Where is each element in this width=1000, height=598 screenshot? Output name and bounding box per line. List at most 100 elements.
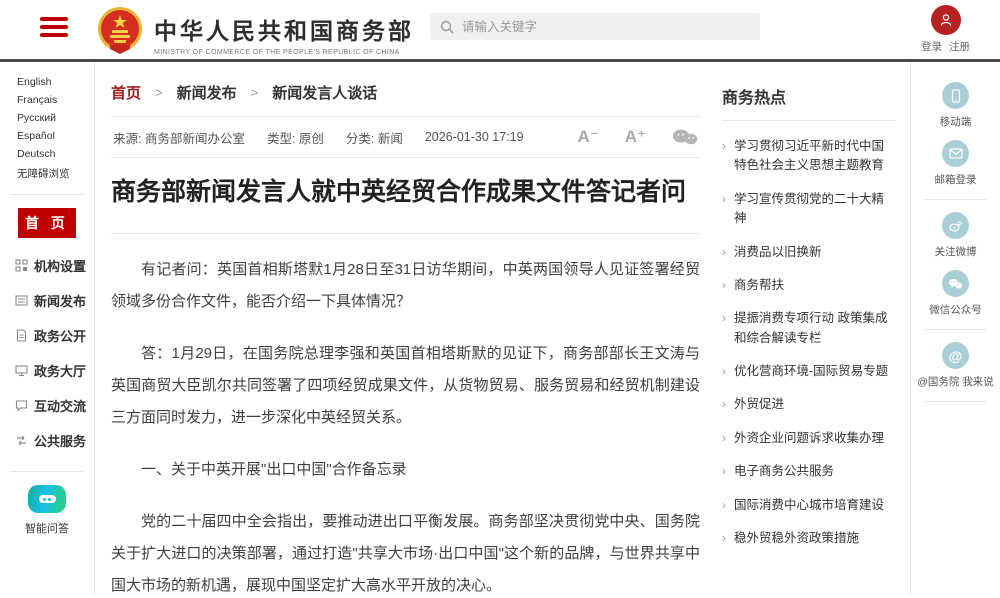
divider <box>722 120 896 121</box>
sidebar-item-label: 新闻发布 <box>34 291 86 310</box>
breadcrumb-news[interactable]: 新闻发布 <box>177 82 237 103</box>
hot-topic-item[interactable]: › 消费品以旧换新 <box>722 243 896 262</box>
chevron-right-icon: › <box>722 190 726 229</box>
chevron-right-icon: › <box>722 462 726 481</box>
ai-qa-widget[interactable]: 智能问答 <box>0 485 94 536</box>
wechat-share-icon[interactable] <box>672 128 698 146</box>
mobile-icon <box>942 82 969 109</box>
chevron-right-icon: › <box>722 309 726 348</box>
document-icon <box>15 329 28 342</box>
sidebar-item-service-hall[interactable]: 政务大厅 <box>0 353 94 388</box>
hamburger-menu-icon[interactable] <box>40 17 68 41</box>
public-service-icon <box>15 434 28 447</box>
meta-category: 分类: 新闻 <box>346 128 403 147</box>
sidebar-item-orgs[interactable]: 机构设置 <box>0 248 94 283</box>
hot-topic-label: 优化营商环境-国际贸易专题 <box>734 362 888 381</box>
national-emblem-logo <box>96 5 144 62</box>
hot-topic-label: 商务帮扶 <box>734 276 784 295</box>
weibo-link[interactable]: 关注微博 <box>911 212 1000 259</box>
sidebar-item-label: 公共服务 <box>34 431 86 450</box>
lang-russian[interactable]: Русский <box>17 112 56 124</box>
breadcrumb-current[interactable]: 新闻发言人谈话 <box>272 82 377 103</box>
lang-espanol[interactable]: Español <box>17 130 55 142</box>
hot-topic-item[interactable]: ›学习贯彻习近平新时代中国特色社会主义思想主题教育 <box>722 137 896 176</box>
right-rail: 移动端 邮箱登录 关注微博 <box>910 62 1000 595</box>
hot-topic-item[interactable]: ›稳外贸稳外资政策措施 <box>722 529 896 548</box>
hot-topic-label: 提振消费专项行动 政策集成和综合解读专栏 <box>734 309 896 348</box>
divider <box>925 199 986 200</box>
site-brand[interactable]: 中华人民共和国商务部 MINISTRY OF COMMERCE OF THE P… <box>96 5 414 62</box>
hot-topic-item[interactable]: › 电子商务公共服务 <box>722 462 896 481</box>
language-links: English Français Русский Español Deutsch… <box>0 76 94 181</box>
chat-icon <box>15 399 28 412</box>
newspaper-icon <box>15 294 28 307</box>
divider <box>111 157 700 158</box>
hot-topics-sidebar: 商务热点 ›学习贯彻习近平新时代中国特色社会主义思想主题教育 ›学习宣传贯彻党的… <box>710 62 910 595</box>
rail-label: 微信公众号 <box>911 302 1000 317</box>
register-link[interactable]: 注册 <box>949 41 970 53</box>
hot-topic-item[interactable]: › 外贸促进 <box>722 395 896 414</box>
article-meta: 来源: 商务部新闻办公室 类型: 原创 分类: 新闻 2026-01-30 17… <box>111 117 700 157</box>
hot-topic-item[interactable]: ›优化营商环境-国际贸易专题 <box>722 362 896 381</box>
login-link[interactable]: 登录 <box>921 41 942 53</box>
font-decrease-button[interactable]: A⁻ <box>578 127 599 147</box>
hot-topic-item[interactable]: ›学习宣传贯彻党的二十大精神 <box>722 190 896 229</box>
lang-francais[interactable]: Français <box>17 94 57 106</box>
site-title: 中华人民共和国商务部 <box>154 12 414 46</box>
ai-robot-icon[interactable] <box>28 485 66 513</box>
article-paragraph: 党的二十届四中全会指出，要推动进出口平衡发展。商务部坚决贯彻党中央、国务院关于扩… <box>111 506 700 598</box>
article-main: 首页 > 新闻发布 > 新闻发言人谈话 来源: 商务部新闻办公室 类型: 原创 … <box>95 62 710 595</box>
site-subtitle: MINISTRY OF COMMERCE OF THE PEOPLE'S REP… <box>154 49 414 56</box>
accessibility-link[interactable]: 无障碍浏览 <box>17 166 70 181</box>
wechat-official-link[interactable]: 微信公众号 <box>911 270 1000 317</box>
divider <box>925 329 986 330</box>
hot-topic-item[interactable]: ›国际消费中心城市培育建设 <box>722 496 896 515</box>
hot-topic-label: 外贸促进 <box>734 395 784 414</box>
ai-qa-label: 智能问答 <box>0 520 94 536</box>
article-title: 商务部新闻发言人就中英经贸合作成果文件答记者问 <box>111 174 700 211</box>
email-login-link[interactable]: 邮箱登录 <box>911 140 1000 187</box>
home-button[interactable]: 首 页 <box>18 208 76 238</box>
hot-topic-label: 学习贯彻习近平新时代中国特色社会主义思想主题教育 <box>734 137 896 176</box>
hot-topic-item[interactable]: ›外资企业问题诉求收集办理 <box>722 429 896 448</box>
hot-topic-label: 消费品以旧换新 <box>734 243 822 262</box>
lang-english[interactable]: English <box>17 76 51 88</box>
meta-source: 来源: 商务部新闻办公室 <box>113 128 245 147</box>
font-increase-button[interactable]: A⁺ <box>625 127 646 147</box>
chevron-right-icon: › <box>722 276 726 295</box>
search-input[interactable] <box>462 20 750 34</box>
content-area: English Français Русский Español Deutsch… <box>0 62 1000 595</box>
hot-topic-item[interactable]: ›提振消费专项行动 政策集成和综合解读专栏 <box>722 309 896 348</box>
sidebar-item-public-service[interactable]: 公共服务 <box>0 423 94 458</box>
org-grid-icon <box>15 259 28 272</box>
hot-topic-label: 稳外贸稳外资政策措施 <box>734 529 859 548</box>
sidebar-item-label: 政务大厅 <box>34 361 86 380</box>
hot-topic-label: 电子商务公共服务 <box>734 462 834 481</box>
search-bar[interactable] <box>430 13 760 40</box>
hot-topic-item[interactable]: › 商务帮扶 <box>722 276 896 295</box>
state-council-voice-link[interactable]: @ @国务院 我来说 <box>911 342 1000 389</box>
sidebar-item-gov-info[interactable]: 政务公开 <box>0 318 94 353</box>
rail-label: 关注微博 <box>911 244 1000 259</box>
sidebar-item-label: 互动交流 <box>34 396 86 415</box>
breadcrumb-home[interactable]: 首页 <box>111 82 141 103</box>
at-icon: @ <box>942 342 969 369</box>
chevron-right-icon: › <box>722 137 726 176</box>
chevron-right-icon: › <box>722 429 726 448</box>
sidebar-item-news[interactable]: 新闻发布 <box>0 283 94 318</box>
hot-topic-label: 学习宣传贯彻党的二十大精神 <box>734 190 896 229</box>
breadcrumb: 首页 > 新闻发布 > 新闻发言人谈话 <box>111 82 700 103</box>
sidebar-item-interaction[interactable]: 互动交流 <box>0 388 94 423</box>
article-paragraph: 有记者问：英国首相斯塔默1月28日至31日访华期间，中英两国领导人见证签署经贸领… <box>111 254 700 318</box>
mobile-app-link[interactable]: 移动端 <box>911 82 1000 129</box>
hot-topics-title: 商务热点 <box>722 84 896 108</box>
search-icon <box>440 20 454 34</box>
user-avatar-icon[interactable] <box>931 5 961 35</box>
service-hall-icon <box>15 364 28 377</box>
lang-deutsch[interactable]: Deutsch <box>17 148 56 160</box>
chevron-right-icon: › <box>722 243 726 262</box>
chevron-right-icon: › <box>722 395 726 414</box>
divider <box>10 194 84 195</box>
weibo-icon <box>942 212 969 239</box>
article-paragraph: 答：1月29日，在国务院总理李强和英国首相塔斯默的见证下，商务部部长王文涛与英国… <box>111 338 700 434</box>
